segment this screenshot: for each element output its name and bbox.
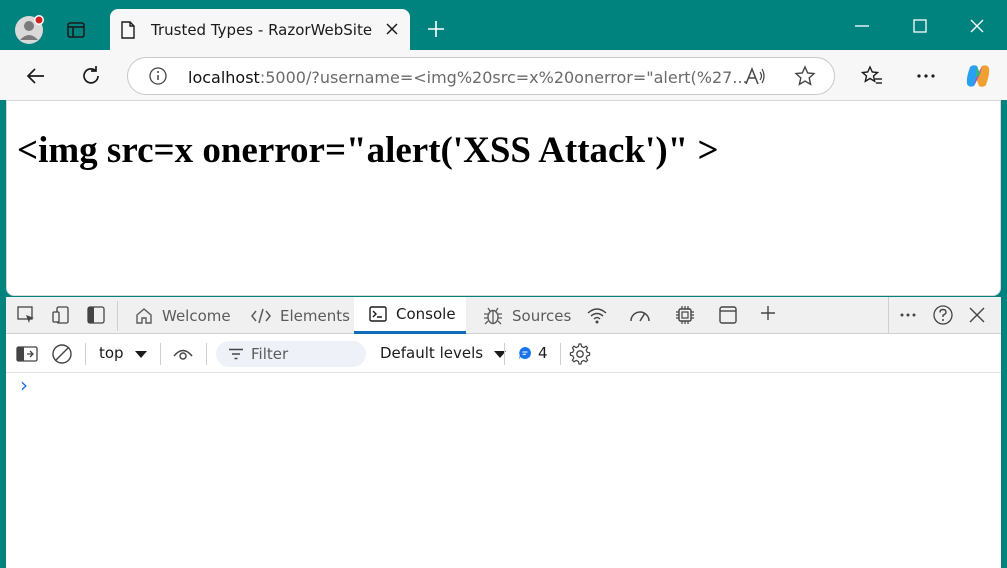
refresh-icon[interactable] <box>79 64 103 88</box>
url-host: localhost <box>188 68 260 87</box>
tab-elements[interactable]: Elements <box>246 297 354 334</box>
log-levels-label: Default levels <box>380 344 484 362</box>
profile-avatar-icon[interactable] <box>14 15 44 45</box>
url-path: :5000/?username=<img%20src=x%20onerror="… <box>259 68 748 87</box>
filter-icon <box>229 348 243 360</box>
sidebar-toggle-icon[interactable] <box>86 305 106 325</box>
console-sidebar-icon[interactable] <box>16 344 38 364</box>
help-icon[interactable] <box>932 304 954 326</box>
divider <box>504 343 505 365</box>
tab-console-label: Console <box>396 305 456 323</box>
divider <box>117 301 118 331</box>
add-tool-icon[interactable] <box>758 303 778 323</box>
context-label: top <box>99 344 124 362</box>
close-devtools-icon[interactable] <box>967 305 987 325</box>
console-icon <box>369 306 387 322</box>
divider <box>85 343 86 365</box>
divider <box>206 343 207 365</box>
devtools-tab-bar: Welcome Elements Console Sources <box>6 297 1001 334</box>
copilot-icon[interactable] <box>964 62 992 90</box>
performance-icon[interactable] <box>628 305 652 325</box>
browser-toolbar: localhost:5000/?username=<img%20src=x%20… <box>0 50 1007 100</box>
back-icon[interactable] <box>24 64 48 88</box>
new-tab-icon[interactable] <box>426 19 446 39</box>
console-prompt-icon: › <box>20 373 28 397</box>
url-text[interactable]: localhost:5000/?username=<img%20src=x%20… <box>188 68 748 87</box>
tab-sources[interactable]: Sources <box>478 297 575 334</box>
favorites-icon[interactable] <box>860 64 884 88</box>
console-settings-gear-icon[interactable] <box>569 343 591 365</box>
address-bar[interactable]: localhost:5000/?username=<img%20src=x%20… <box>127 57 835 95</box>
tab-elements-label: Elements <box>280 306 350 325</box>
filter-placeholder: Filter <box>251 345 289 363</box>
message-count-badge[interactable]: 4 <box>518 344 548 362</box>
more-options-icon[interactable] <box>914 64 938 88</box>
devtools-panel: Welcome Elements Console Sources top Fil… <box>6 297 1001 568</box>
devtools-more-icon[interactable] <box>898 305 918 325</box>
tab-title: Trusted Types - RazorWebSite <box>151 21 373 39</box>
browser-tab[interactable]: Trusted Types - RazorWebSite <box>110 9 410 50</box>
workspaces-icon[interactable] <box>66 20 86 40</box>
site-info-icon[interactable] <box>148 66 168 86</box>
inspect-element-icon[interactable] <box>16 305 36 325</box>
dropdown-arrow-icon <box>134 351 147 358</box>
device-emulation-icon[interactable] <box>51 305 71 325</box>
memory-icon[interactable] <box>674 304 696 326</box>
maximize-icon[interactable] <box>910 16 930 36</box>
divider <box>560 343 561 365</box>
divider <box>160 343 161 365</box>
home-icon <box>136 307 152 324</box>
console-output[interactable]: › <box>6 373 1001 568</box>
read-aloud-icon[interactable] <box>744 66 766 86</box>
application-icon[interactable] <box>718 305 738 325</box>
message-count: 4 <box>538 344 548 362</box>
live-expression-eye-icon[interactable] <box>172 344 194 364</box>
console-toolbar: top Filter Default levels 4 <box>6 335 1001 373</box>
message-icon <box>519 347 531 359</box>
tab-welcome-label: Welcome <box>162 306 231 325</box>
close-tab-icon[interactable] <box>382 19 402 39</box>
page-heading: <img src=x onerror="alert('XSS Attack')"… <box>17 130 719 171</box>
tab-sources-label: Sources <box>512 306 572 325</box>
tab-welcome[interactable]: Welcome <box>130 297 235 334</box>
close-window-icon[interactable] <box>967 16 987 36</box>
network-icon[interactable] <box>586 305 608 325</box>
clear-console-icon[interactable] <box>51 343 73 365</box>
console-filter-input[interactable]: Filter <box>216 341 366 367</box>
title-bar: Trusted Types - RazorWebSite <box>0 0 1007 50</box>
page-viewport: <img src=x onerror="alert('XSS Attack')"… <box>6 100 1001 296</box>
page-icon <box>120 21 136 39</box>
divider <box>888 297 889 334</box>
bug-icon <box>484 307 502 324</box>
code-icon <box>251 308 271 323</box>
tab-console[interactable]: Console <box>354 297 466 334</box>
favorite-star-icon[interactable] <box>794 65 816 87</box>
context-selector[interactable]: top <box>99 344 148 362</box>
minimize-icon[interactable] <box>852 16 872 36</box>
log-levels-selector[interactable]: Default levels <box>380 344 507 362</box>
